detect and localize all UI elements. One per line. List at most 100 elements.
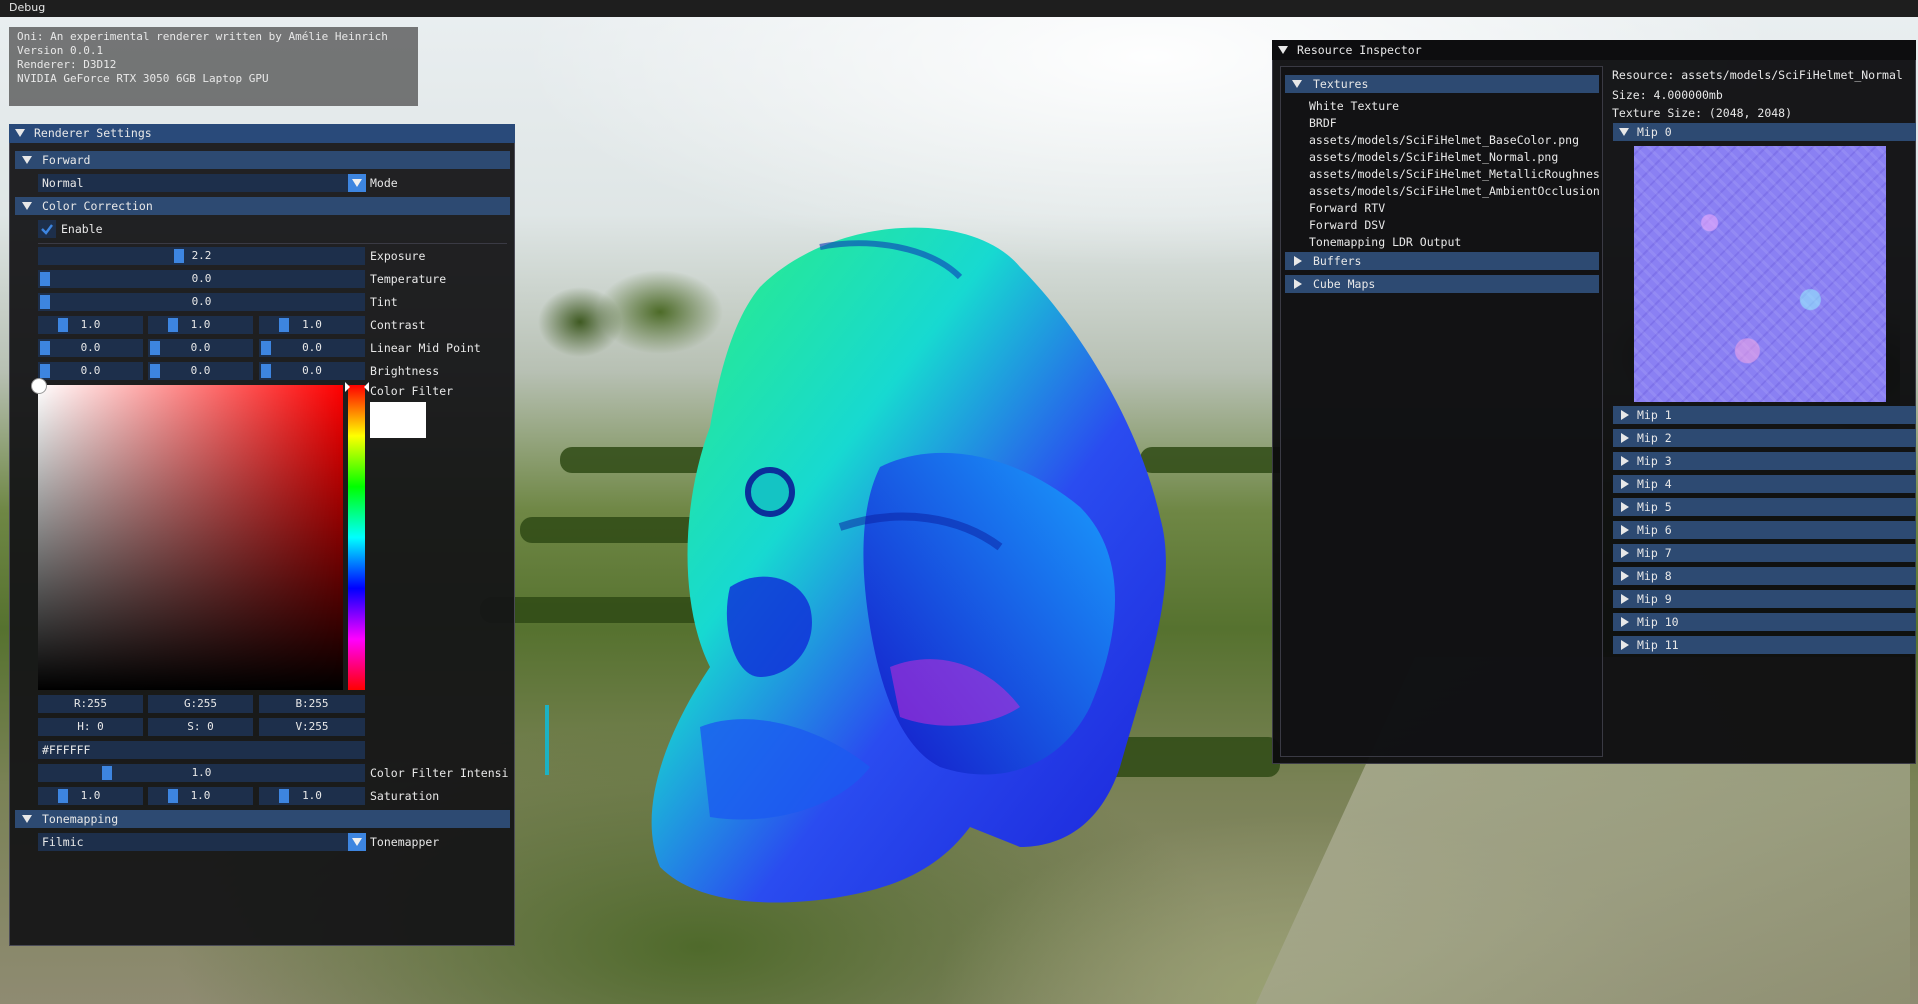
collapse-icon[interactable] — [15, 129, 25, 137]
hue-arrow-left-icon — [345, 382, 350, 392]
exposure-slider[interactable]: 2.2 — [38, 247, 365, 265]
texture-item[interactable]: Forward DSV — [1309, 218, 1599, 232]
chevron-down-icon — [1292, 80, 1302, 88]
hue-arrow-right-icon — [364, 382, 369, 392]
chevron-right-icon — [1621, 479, 1629, 489]
textures-header-label: Textures — [1313, 77, 1369, 91]
contrast-value: 1.0 — [80, 318, 101, 331]
green-field[interactable]: G:255 — [148, 695, 253, 713]
chevron-right-icon — [1621, 548, 1629, 558]
tonemapper-dropdown-button[interactable] — [348, 833, 366, 851]
chevron-down-icon — [22, 156, 32, 164]
value-field[interactable]: V:255 — [259, 718, 365, 736]
chevron-right-icon — [1621, 594, 1629, 604]
info-version: Version 0.0.1 — [17, 44, 104, 57]
resource-path: Resource: assets/models/SciFiHelmet_Norm… — [1612, 68, 1903, 82]
hue-value: H: 0 — [77, 720, 104, 733]
mip-preview-image — [1634, 146, 1886, 402]
tonemapper-combo[interactable]: Filmic — [38, 833, 366, 851]
mode-value: Normal — [42, 176, 84, 190]
texture-item[interactable]: Forward RTV — [1309, 201, 1599, 215]
hue-field[interactable]: H: 0 — [38, 718, 143, 736]
texture-item[interactable]: assets/models/SciFiHelmet_MetallicRoughn… — [1309, 167, 1599, 181]
tint-label: Tint — [370, 295, 398, 309]
color-picker-cursor[interactable] — [31, 378, 47, 394]
midpoint-slider-g[interactable]: 0.0 — [148, 339, 253, 357]
mip-label: Mip 5 — [1637, 500, 1672, 514]
temperature-value: 0.0 — [191, 272, 212, 285]
texture-item[interactable]: White Texture — [1309, 99, 1599, 113]
midpoint-slider-r[interactable]: 0.0 — [38, 339, 143, 357]
texture-item[interactable]: Tonemapping LDR Output — [1309, 235, 1599, 249]
texture-item[interactable]: assets/models/SciFiHelmet_Normal.png — [1309, 150, 1599, 164]
mip-label: Mip 4 — [1637, 477, 1672, 491]
enable-checkbox[interactable] — [38, 220, 56, 238]
brightness-slider-g[interactable]: 0.0 — [148, 362, 253, 380]
saturation-slider-b[interactable]: 1.0 — [259, 787, 365, 805]
midpoint-value: 0.0 — [302, 341, 322, 354]
saturation-value: 1.0 — [190, 789, 211, 802]
saturation-slider-r[interactable]: 1.0 — [38, 787, 143, 805]
texture-item[interactable]: assets/models/SciFiHelmet_BaseColor.png — [1309, 133, 1599, 147]
renderer-settings-title: Renderer Settings — [34, 126, 152, 140]
saturation-value: 1.0 — [302, 789, 322, 802]
contrast-slider-g[interactable]: 1.0 — [148, 316, 253, 334]
saturation-slider-g[interactable]: 1.0 — [148, 787, 253, 805]
hue-bar[interactable] — [348, 385, 365, 690]
color-picker-sv-square[interactable] — [38, 385, 343, 690]
color-filter-label: Color Filter — [370, 384, 454, 398]
tonemapping-header-label: Tonemapping — [42, 812, 119, 826]
check-icon — [41, 224, 53, 235]
contrast-slider-r[interactable]: 1.0 — [38, 316, 143, 334]
filter-intensity-slider[interactable]: 1.0 — [38, 764, 365, 782]
exposure-label: Exposure — [370, 249, 426, 263]
mip-row[interactable]: Mip 8 — [1613, 567, 1916, 585]
brightness-slider-b[interactable]: 0.0 — [259, 362, 365, 380]
separator — [38, 243, 507, 244]
mip-row[interactable]: Mip 11 — [1613, 636, 1916, 654]
mode-combo[interactable]: Normal — [38, 174, 366, 192]
texture-item[interactable]: BRDF — [1309, 116, 1599, 130]
tint-slider[interactable]: 0.0 — [38, 293, 365, 311]
mip-row[interactable]: Mip 4 — [1613, 475, 1916, 493]
info-renderer: Renderer: D3D12 — [17, 58, 117, 71]
mip-row[interactable]: Mip 2 — [1613, 429, 1916, 447]
mip-row[interactable]: Mip 3 — [1613, 452, 1916, 470]
mip-row[interactable]: Mip 9 — [1613, 590, 1916, 608]
contrast-slider-b[interactable]: 1.0 — [259, 316, 365, 334]
exposure-value: 2.2 — [191, 249, 212, 262]
mip-row[interactable]: Mip 5 — [1613, 498, 1916, 516]
mip-label: Mip 2 — [1637, 431, 1672, 445]
blue-field[interactable]: B:255 — [259, 695, 365, 713]
brightness-value: 0.0 — [190, 364, 211, 377]
hex-input[interactable]: #FFFFFF — [38, 741, 365, 759]
texture-item[interactable]: assets/models/SciFiHelmet_AmbientOcclusi… — [1309, 184, 1599, 198]
mode-dropdown-button[interactable] — [348, 174, 366, 192]
collapse-icon[interactable] — [1278, 46, 1288, 54]
mip-row[interactable]: Mip 10 — [1613, 613, 1916, 631]
mip-label: Mip 8 — [1637, 569, 1672, 583]
mip-row[interactable]: Mip 7 — [1613, 544, 1916, 562]
mip-row[interactable]: Mip 6 — [1613, 521, 1916, 539]
enable-label: Enable — [61, 222, 103, 236]
midpoint-slider-b[interactable]: 0.0 — [259, 339, 365, 357]
chevron-right-icon — [1621, 433, 1629, 443]
color-correction-header-label: Color Correction — [42, 199, 153, 213]
mip-row[interactable]: Mip 1 — [1613, 406, 1916, 424]
contrast-value: 1.0 — [302, 318, 322, 331]
midpoint-label: Linear Mid Point — [370, 341, 481, 355]
red-field[interactable]: R:255 — [38, 695, 143, 713]
temperature-slider[interactable]: 0.0 — [38, 270, 365, 288]
info-title: Oni: An experimental renderer written by… — [17, 30, 388, 43]
debug-menu[interactable]: Debug — [9, 1, 45, 14]
chevron-down-icon — [22, 815, 32, 823]
mip-label: Mip 1 — [1637, 408, 1672, 422]
tonemapper-label: Tonemapper — [370, 835, 440, 849]
saturation-field[interactable]: S: 0 — [148, 718, 253, 736]
resource-size: Size: 4.000000mb — [1612, 88, 1723, 102]
color-preview-swatch[interactable] — [370, 402, 426, 438]
saturation-value: S: 0 — [187, 720, 214, 733]
brightness-slider-r[interactable]: 0.0 — [38, 362, 143, 380]
chevron-down-icon — [1619, 128, 1629, 136]
filter-intensity-value: 1.0 — [191, 766, 212, 779]
